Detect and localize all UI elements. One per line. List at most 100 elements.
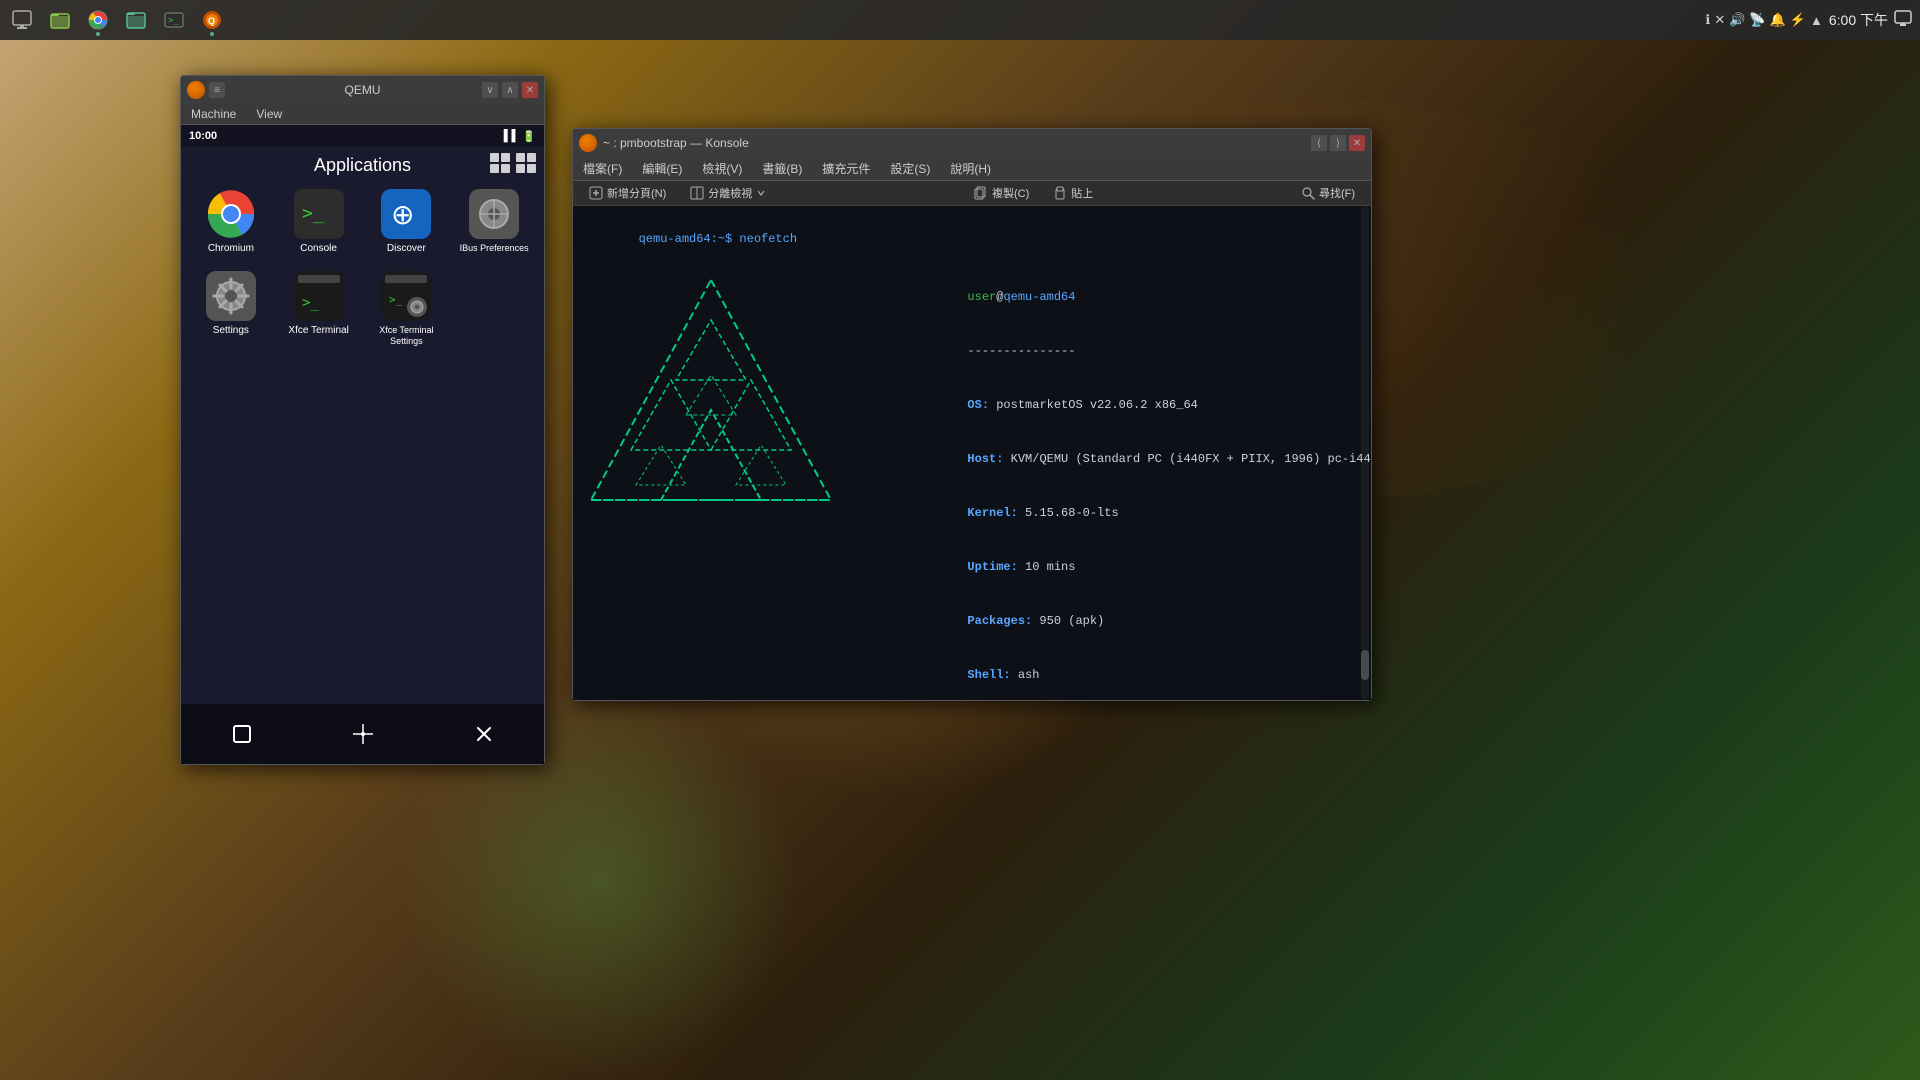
konsole-window-icon <box>579 134 597 152</box>
svg-text:⊕: ⊕ <box>391 199 414 230</box>
qemu-screen[interactable]: 10:00 ▌▌ 🔋 <box>181 125 544 764</box>
desktop: >_ Q ℹ ✕ 🔊 📡 🔔 ⚡ ▲ <box>0 0 1920 1080</box>
close-icon[interactable]: ✕ <box>1714 12 1725 28</box>
phone-app-xterm-settings-label: Xfce Terminal Settings <box>371 325 443 347</box>
svg-text:Q: Q <box>208 16 215 26</box>
konsole-menu-plugins[interactable]: 擴充元件 <box>812 157 880 180</box>
copy-label: 複製(C) <box>992 185 1029 201</box>
power-icon[interactable]: ⚡ <box>1790 12 1806 28</box>
konsole-title: ~ : pmbootstrap — Konsole <box>603 136 749 150</box>
neofetch-logo <box>581 270 861 700</box>
konsole-menu-view[interactable]: 檢視(V) <box>692 157 752 180</box>
qemu-menu-view[interactable]: View <box>246 104 292 124</box>
phone-app-console-label: Console <box>300 243 337 255</box>
phone-app-chromium[interactable]: Chromium <box>191 185 271 259</box>
phone-app-ibus-label: IBus Preferences <box>460 243 529 254</box>
taskbar-terminal[interactable]: >_ <box>156 2 192 38</box>
qemu-extra-controls: ≡ <box>209 82 225 98</box>
phone-app-discover[interactable]: ⊕ Discover <box>367 185 447 259</box>
qemu-maximize-btn[interactable]: ∧ <box>502 82 518 98</box>
term-line-1: qemu-amd64:~$ neofetch <box>581 212 1363 266</box>
volume-icon[interactable]: 🔊 <box>1729 12 1745 28</box>
phone-time: 10:00 <box>189 130 217 142</box>
bell-icon[interactable]: 🔔 <box>1770 12 1786 28</box>
phone-statusbar: 10:00 ▌▌ 🔋 <box>181 125 544 147</box>
taskbar-qemu[interactable]: Q <box>194 2 230 38</box>
qemu-menu-machine[interactable]: Machine <box>181 104 246 124</box>
phone-app-settings[interactable]: Settings <box>191 267 271 351</box>
konsole-terminal[interactable]: qemu-amd64:~$ neofetch user@qemu-amd64 <box>573 206 1371 700</box>
konsole-toolbar: 新增分頁(N) 分離檢視 複製(C) 貼上 尋找(F) <box>573 181 1371 206</box>
konsole-menu-edit[interactable]: 編輯(E) <box>632 157 692 180</box>
phone-home-btn[interactable] <box>224 716 260 752</box>
qemu-minimize-btn[interactable]: ∨ <box>482 82 498 98</box>
qemu-window-icon <box>187 81 205 99</box>
phone-app-settings-label: Settings <box>213 325 249 337</box>
konsole-controls: ⟨ ⟩ ✕ <box>1311 135 1365 151</box>
phone-back-btn[interactable] <box>466 716 502 752</box>
konsole-scrollbar-thumb[interactable] <box>1361 650 1369 680</box>
taskbar-files[interactable] <box>42 2 78 38</box>
expand-icon[interactable]: ▲ <box>1810 13 1823 28</box>
konsole-menubar: 檔案(F) 編輯(E) 檢視(V) 書籤(B) 擴充元件 設定(S) 說明(H) <box>573 157 1371 181</box>
qemu-window-controls: ∨ ∧ ✕ <box>482 82 538 98</box>
svg-text:>_: >_ <box>389 293 403 306</box>
konsole-menu-settings[interactable]: 設定(S) <box>880 157 940 180</box>
konsole-menu-file[interactable]: 檔案(F) <box>573 157 632 180</box>
phone-app-discover-label: Discover <box>387 243 426 255</box>
phone-apps-grid: Chromium >_ Console <box>191 185 534 351</box>
konsole-maximize-btn[interactable]: ⟩ <box>1330 135 1346 151</box>
konsole-titlebar: ~ : pmbootstrap — Konsole ⟨ ⟩ ✕ <box>573 129 1371 157</box>
taskbar-show-desktop[interactable] <box>4 2 40 38</box>
network-icon[interactable]: 📡 <box>1749 12 1765 28</box>
info-icon[interactable]: ℹ <box>1705 12 1710 28</box>
battery-icon: 🔋 <box>522 130 536 143</box>
taskbar: >_ Q ℹ ✕ 🔊 📡 🔔 ⚡ ▲ <box>0 0 1920 40</box>
qemu-title: QEMU <box>345 83 381 97</box>
phone-bottom-bar <box>181 704 544 764</box>
konsole-find-btn[interactable]: 尋找(F) <box>1291 183 1365 203</box>
qemu-titlebar: ≡ QEMU ∨ ∧ ✕ <box>181 76 544 104</box>
konsole-scrollbar[interactable] <box>1361 206 1369 700</box>
qemu-btn-1[interactable]: ≡ <box>209 82 225 98</box>
taskbar-system-area: ℹ ✕ 🔊 📡 🔔 ⚡ ▲ 6:00 下午 <box>1705 10 1920 31</box>
neofetch-output: user@qemu-amd64 --------------- OS: post… <box>581 270 1363 700</box>
phone-app-xterm-label: Xfce Terminal <box>288 325 348 337</box>
konsole-new-tab-btn[interactable]: 新增分頁(N) <box>579 183 676 203</box>
phone-app-chromium-label: Chromium <box>208 243 254 255</box>
konsole-close-btn[interactable]: ✕ <box>1349 135 1365 151</box>
paste-label: 貼上 <box>1071 185 1093 201</box>
phone-apps-title: Applications <box>181 155 544 176</box>
konsole-paste-btn[interactable]: 貼上 <box>1043 183 1103 203</box>
screen-icon[interactable] <box>1894 10 1912 31</box>
konsole-menu-bookmarks[interactable]: 書籤(B) <box>752 157 812 180</box>
phone-status-icons: ▌▌ 🔋 <box>504 130 536 143</box>
split-label: 分離檢視 <box>708 185 752 201</box>
konsole-window: ~ : pmbootstrap — Konsole ⟨ ⟩ ✕ 檔案(F) 編輯… <box>572 128 1372 701</box>
system-tray: ℹ ✕ 🔊 📡 🔔 ⚡ ▲ <box>1705 12 1822 28</box>
signal-icon: ▌▌ <box>504 130 520 143</box>
taskbar-apps: >_ Q <box>0 2 230 38</box>
konsole-split-btn[interactable]: 分離檢視 <box>680 183 776 203</box>
find-label: 尋找(F) <box>1319 185 1355 201</box>
taskbar-chromium[interactable] <box>80 2 116 38</box>
phone-app-console[interactable]: >_ Console <box>279 185 359 259</box>
phone-app-xterm[interactable]: >_ Xfce Terminal <box>279 267 359 351</box>
phone-app-xterm-settings[interactable]: >_ Xfce Terminal Settings <box>367 267 447 351</box>
phone-app-ibus[interactable]: IBus Preferences <box>454 185 534 259</box>
konsole-copy-btn[interactable]: 複製(C) <box>964 183 1039 203</box>
taskbar-clock: 6:00 下午 <box>1829 10 1888 30</box>
qemu-window: ≡ QEMU ∨ ∧ ✕ Machine View 10:00 ▌▌ 🔋 <box>180 75 545 765</box>
svg-text:>_: >_ <box>302 295 319 311</box>
svg-text:>_: >_ <box>302 203 324 224</box>
new-tab-label: 新增分頁(N) <box>607 185 666 201</box>
phone-screen: 10:00 ▌▌ 🔋 <box>181 125 544 704</box>
qemu-menubar: Machine View <box>181 104 544 125</box>
qemu-close-btn[interactable]: ✕ <box>522 82 538 98</box>
svg-text:>_: >_ <box>168 16 179 26</box>
taskbar-file-manager[interactable] <box>118 2 154 38</box>
konsole-menu-help[interactable]: 說明(H) <box>940 157 1001 180</box>
neofetch-info: user@qemu-amd64 --------------- OS: post… <box>881 270 1371 700</box>
phone-recent-btn[interactable] <box>345 716 381 752</box>
konsole-minimize-btn[interactable]: ⟨ <box>1311 135 1327 151</box>
